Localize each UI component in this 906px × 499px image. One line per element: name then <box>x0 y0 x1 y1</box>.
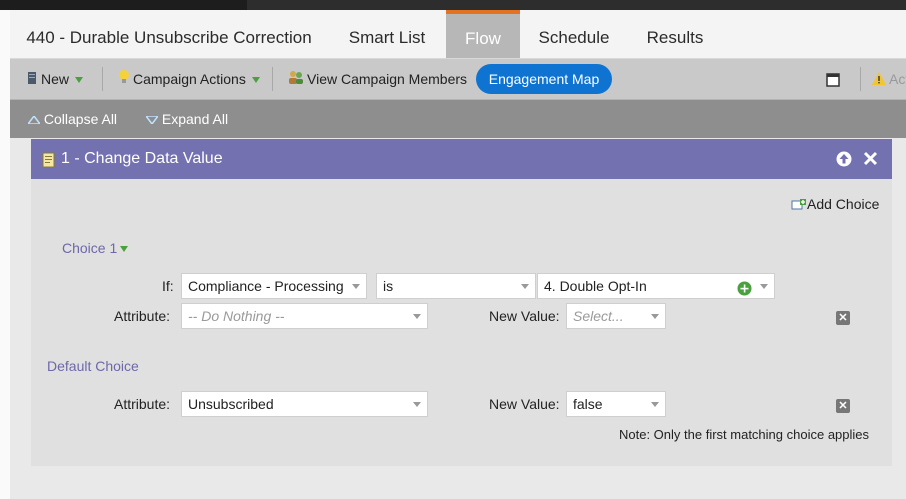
default-new-value-select[interactable]: false <box>566 391 666 417</box>
default-attribute-value: Unsubscribed <box>188 396 274 412</box>
toolbar-divider <box>102 67 103 91</box>
flow-step-header[interactable]: 1 - Change Data Value <box>31 139 892 179</box>
campaign-actions-label: Campaign Actions <box>133 71 246 87</box>
add-choice-label: Add Choice <box>807 196 880 212</box>
choice-1-label: Choice 1 <box>62 240 118 256</box>
choice-value-select[interactable]: 4. Double Opt-In <box>537 273 775 299</box>
default-new-value-text: false <box>573 396 603 412</box>
choice-field-select[interactable]: Compliance - Processing <box>181 273 367 299</box>
new-menu[interactable]: New <box>26 59 84 100</box>
add-choice-button[interactable]: Add Choice <box>791 196 879 212</box>
choice-attribute-placeholder: -- Do Nothing -- <box>188 308 285 324</box>
default-new-value-label: New Value: <box>489 396 560 412</box>
default-attribute-label: Attribute: <box>114 396 171 412</box>
tab-flow[interactable]: Flow <box>446 10 520 58</box>
engagement-map-button[interactable]: Engagement Map <box>476 64 612 94</box>
expand-all-label: Expand All <box>161 111 229 127</box>
default-attribute-select[interactable]: Unsubscribed <box>181 391 428 417</box>
dropdown-arrow-icon <box>413 314 421 319</box>
add-choice-icon <box>791 199 806 210</box>
dropdown-arrow-icon <box>413 402 421 407</box>
toolbar-divider <box>272 67 273 91</box>
if-label: If: <box>162 278 174 294</box>
collapse-all-button[interactable]: Collapse All <box>26 100 118 138</box>
warning-icon <box>872 60 886 100</box>
move-up-icon[interactable] <box>836 151 852 172</box>
matching-note: Note: Only the first matching choice app… <box>619 427 870 442</box>
dropdown-arrow-icon <box>651 402 659 407</box>
activate-label: Act <box>889 71 906 87</box>
tab-smart-list[interactable]: Smart List <box>328 10 446 58</box>
toolbar-divider <box>860 67 861 91</box>
flow-step-panel: 1 - Change Data Value Add Choice Choice … <box>31 139 892 466</box>
flow-step-title: 1 - Change Data Value <box>61 150 223 167</box>
toolbar: New Campaign Actions View Campaign Membe… <box>10 59 906 100</box>
view-members-label: View Campaign Members <box>307 71 468 87</box>
new-value-label: New Value: <box>489 308 560 324</box>
topbar-segment <box>247 0 906 10</box>
choice-operator-value: is <box>383 278 394 294</box>
lightbulb-icon <box>118 60 130 100</box>
dropdown-arrow-icon <box>651 314 659 319</box>
dropdown-arrow-icon <box>352 284 360 289</box>
window-icon[interactable] <box>826 59 840 99</box>
choice-new-value-select[interactable]: Select... <box>566 303 666 329</box>
default-choice-label: Default Choice <box>47 358 139 374</box>
expand-all-button[interactable]: Expand All <box>144 100 229 138</box>
dropdown-arrow-icon <box>760 284 768 289</box>
tab-campaign-name[interactable]: 440 - Durable Unsubscribe Correction <box>10 10 328 58</box>
activate-button[interactable]: Act <box>872 59 906 99</box>
change-data-value-icon <box>42 152 56 173</box>
campaign-actions-menu[interactable]: Campaign Actions <box>118 59 260 99</box>
dropdown-arrow-icon <box>251 77 260 84</box>
chevron-up-icon <box>26 115 42 126</box>
people-icon <box>288 60 304 100</box>
document-icon <box>26 60 38 100</box>
choice-operator-select[interactable]: is <box>376 273 536 299</box>
left-edge <box>0 10 10 499</box>
tab-bar: 440 - Durable Unsubscribe Correction Sma… <box>10 10 906 59</box>
add-value-icon[interactable] <box>737 279 752 298</box>
window-topbar <box>0 0 906 10</box>
chevron-down-icon <box>120 246 129 253</box>
choice-field-value: Compliance - Processing <box>188 278 344 294</box>
attribute-label: Attribute: <box>114 308 171 324</box>
collapse-all-label: Collapse All <box>43 111 118 127</box>
choice-attribute-select[interactable]: -- Do Nothing -- <box>181 303 428 329</box>
dropdown-arrow-icon <box>521 284 529 289</box>
new-label: New <box>41 71 70 87</box>
choice-value-text: 4. Double Opt-In <box>544 278 647 294</box>
tab-results[interactable]: Results <box>628 10 722 58</box>
sub-toolbar: Collapse All Expand All <box>10 100 906 138</box>
choice-new-value-placeholder: Select... <box>573 308 624 324</box>
choice-1-toggle[interactable]: Choice 1 <box>62 240 129 256</box>
chevron-down-icon <box>144 115 160 126</box>
tab-schedule[interactable]: Schedule <box>520 10 628 58</box>
dropdown-arrow-icon <box>75 77 84 84</box>
remove-choice-icon[interactable]: ✕ <box>836 311 850 325</box>
remove-default-icon[interactable]: ✕ <box>836 399 850 413</box>
close-icon[interactable] <box>863 151 878 171</box>
view-campaign-members-button[interactable]: View Campaign Members <box>288 59 467 99</box>
